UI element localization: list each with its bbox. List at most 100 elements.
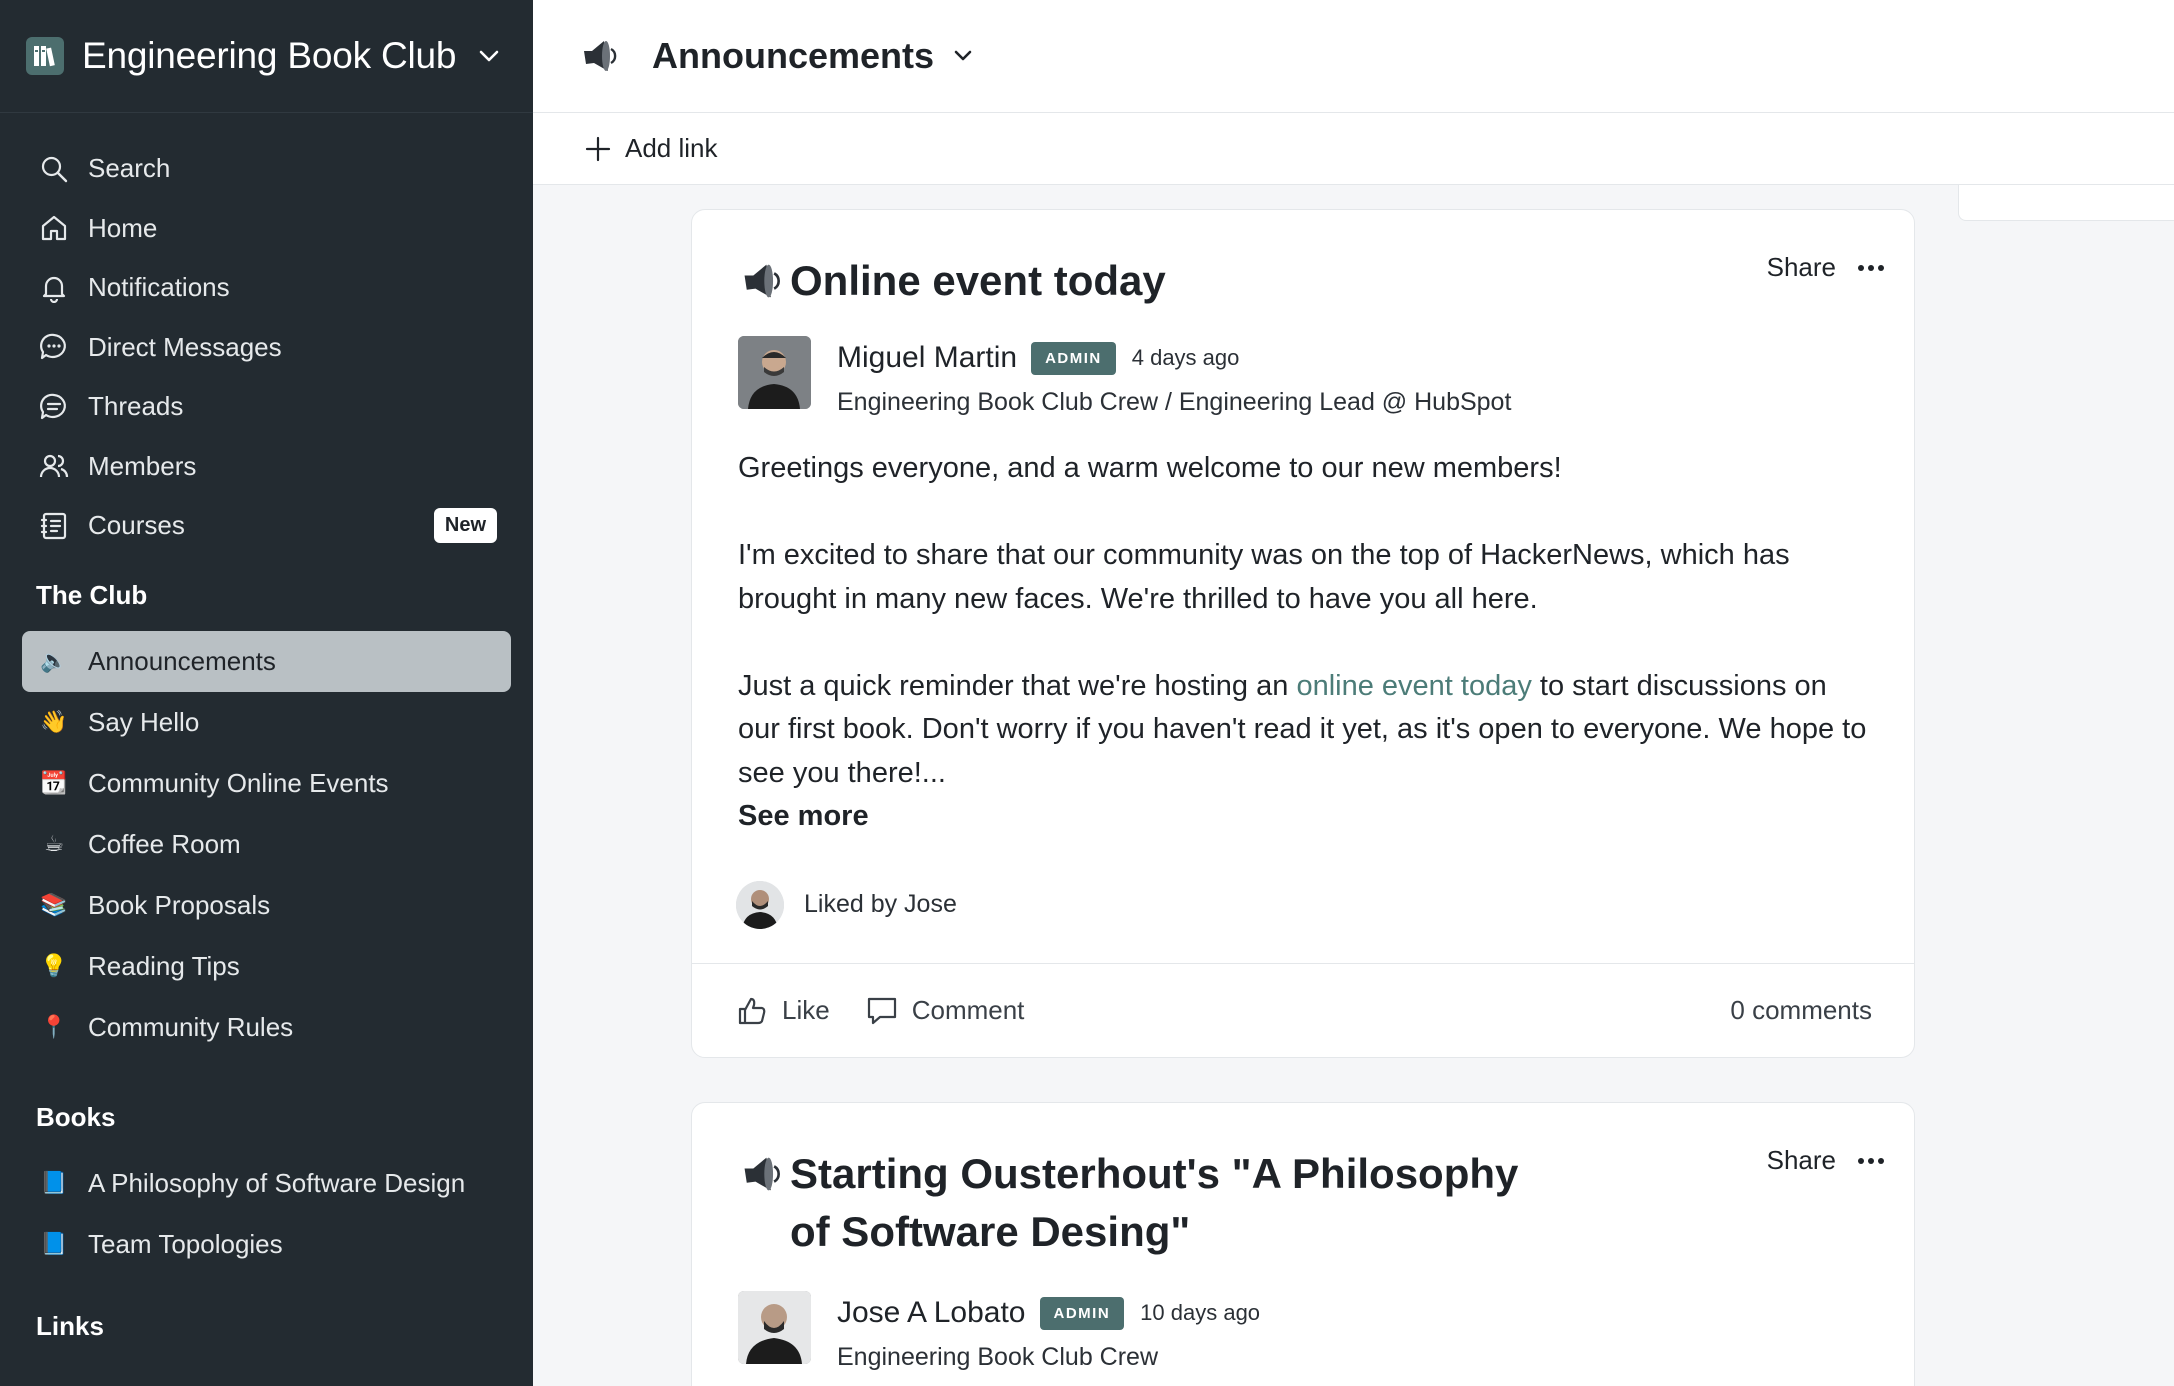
channel-philosophy-of-software-design[interactable]: 📘 A Philosophy of Software Design [22, 1153, 511, 1214]
chat-bubble-icon [38, 331, 70, 363]
speaker-icon [744, 1157, 780, 1191]
section-title-books: Books [36, 1101, 116, 1132]
post-author: Miguel Martin ADMIN 4 days ago Engineeri… [738, 336, 1868, 417]
post-title-text: Online event today [790, 257, 1166, 304]
channel-say-hello[interactable]: 👋 Say Hello [22, 692, 511, 753]
channel-label: Say Hello [88, 706, 200, 737]
waving-hand-icon: 👋 [40, 709, 68, 734]
nav-item-threads[interactable]: Threads [0, 377, 533, 437]
post-title-text: Starting Ousterhout's "A Philosophy of S… [790, 1150, 1519, 1255]
avatar [736, 880, 784, 929]
channel-community-online-events[interactable]: 📆 Community Online Events [22, 753, 511, 814]
channel-label: Community Rules [88, 1011, 294, 1042]
calendar-icon: 📆 [40, 770, 68, 795]
more-options-icon[interactable] [1858, 264, 1884, 271]
nav-label: Direct Messages [88, 331, 282, 362]
chevron-down-icon[interactable] [952, 49, 974, 63]
author-subtitle: Engineering Book Club Crew [837, 1343, 1159, 1371]
author-name[interactable]: Jose A Lobato [837, 1296, 1026, 1330]
comments-count[interactable]: 0 comments [1730, 995, 1872, 1026]
pin-icon: 📍 [40, 1014, 68, 1039]
channel-title[interactable]: Announcements [652, 35, 934, 77]
event-link[interactable]: online event today [1296, 670, 1531, 702]
bell-icon [38, 272, 70, 304]
liked-by-text: Liked by Jose [804, 890, 957, 918]
nav-item-courses[interactable]: Courses New [0, 496, 533, 556]
channel-team-topologies[interactable]: 📘 Team Topologies [22, 1214, 511, 1275]
search-icon [38, 153, 70, 185]
post-card: Online event today Share Miguel Martin A… [691, 209, 1915, 1058]
comment-label: Comment [911, 995, 1025, 1025]
post-paragraph: I'm excited to share that our community … [738, 539, 1790, 615]
channel-book-proposals[interactable]: 📚 Book Proposals [22, 875, 511, 936]
courses-icon [38, 510, 70, 542]
share-button[interactable]: Share [1767, 1145, 1836, 1176]
nav-label: Notifications [88, 272, 230, 303]
blue-book-icon: 📘 [40, 1170, 68, 1195]
add-link-bar: Add link [533, 113, 2174, 185]
comment-button[interactable]: Comment [866, 995, 1025, 1027]
nav-label: Courses [88, 510, 185, 541]
section-title-club: The Club [36, 579, 148, 610]
light-bulb-icon: 💡 [40, 953, 68, 978]
nav-item-search[interactable]: Search [0, 139, 533, 199]
nav-item-direct-messages[interactable]: Direct Messages [0, 318, 533, 378]
liked-by[interactable]: Liked by Jose [692, 839, 1914, 931]
more-options-icon[interactable] [1858, 1157, 1884, 1164]
see-more-button[interactable]: See more [738, 795, 1868, 839]
add-link-button[interactable]: Add link [625, 133, 718, 164]
post-timestamp[interactable]: 4 days ago [1132, 345, 1240, 371]
nav-label: Threads [88, 391, 184, 422]
nav-label: Members [88, 450, 197, 481]
nav-item-notifications[interactable]: Notifications [0, 258, 533, 318]
post-body: Greetings everyone, and a warm welcome t… [692, 417, 1914, 839]
book-logo-icon [26, 37, 64, 75]
chevron-down-icon [478, 49, 500, 63]
channel-announcements[interactable]: 🔈 Announcements [22, 630, 511, 692]
thumbs-up-icon [738, 997, 766, 1024]
like-label: Like [782, 995, 830, 1025]
post-timestamp[interactable]: 10 days ago [1140, 1300, 1260, 1326]
like-button[interactable]: Like [736, 995, 830, 1027]
share-button[interactable]: Share [1767, 252, 1836, 283]
coffee-icon: ☕ [44, 831, 64, 856]
admin-badge: ADMIN [1031, 341, 1116, 375]
admin-badge: ADMIN [1039, 1296, 1125, 1330]
post-title[interactable]: Online event today [738, 252, 1868, 310]
channel-label: Team Topologies [88, 1228, 283, 1259]
nav-label: Home [88, 212, 158, 243]
author-subtitle: Engineering Book Club Crew / Engineering… [837, 388, 1512, 416]
channel-header: Announcements [533, 0, 2174, 113]
nav-item-members[interactable]: Members [0, 437, 533, 497]
channel-label: Community Online Events [88, 767, 389, 798]
new-badge: New [433, 508, 497, 544]
nav-item-home[interactable]: Home [0, 199, 533, 259]
post-footer: Like Comment 0 comments [692, 963, 1914, 1057]
channel-community-rules[interactable]: 📍 Community Rules [22, 997, 511, 1058]
community-name: Engineering Book Club [82, 35, 457, 76]
blue-book-icon: 📘 [40, 1231, 68, 1256]
comment-icon [867, 997, 896, 1024]
home-icon [38, 212, 70, 244]
paragraph-text: Just a quick reminder that we're hosting… [738, 669, 1297, 702]
section-title-links: Links [36, 1310, 104, 1341]
avatar[interactable] [738, 336, 811, 409]
sidebar: Engineering Book Club Search Home Notifi… [0, 0, 533, 1386]
right-panel [1958, 185, 2174, 221]
channel-coffee-room[interactable]: ☕ Coffee Room [22, 814, 511, 875]
post-title[interactable]: Starting Ousterhout's "A Philosophy of S… [738, 1145, 1868, 1261]
post-card: Starting Ousterhout's "A Philosophy of S… [691, 1102, 1915, 1386]
channel-label: A Philosophy of Software Design [88, 1167, 466, 1198]
plus-icon[interactable] [585, 136, 611, 162]
speaker-icon [578, 34, 622, 78]
channel-label: Announcements [88, 645, 276, 676]
community-switcher[interactable]: Engineering Book Club [0, 0, 533, 113]
books-icon: 📚 [40, 892, 68, 917]
post-paragraph: Greetings everyone, and a warm welcome t… [738, 452, 1562, 484]
avatar[interactable] [738, 1291, 811, 1364]
post-author: Jose A Lobato ADMIN 10 days ago Engineer… [738, 1291, 1868, 1372]
author-name[interactable]: Miguel Martin [837, 341, 1017, 375]
main-nav: Search Home Notifications Direct Message… [0, 113, 533, 556]
speaker-icon: 🔈 [40, 648, 68, 673]
channel-reading-tips[interactable]: 💡 Reading Tips [22, 936, 511, 997]
